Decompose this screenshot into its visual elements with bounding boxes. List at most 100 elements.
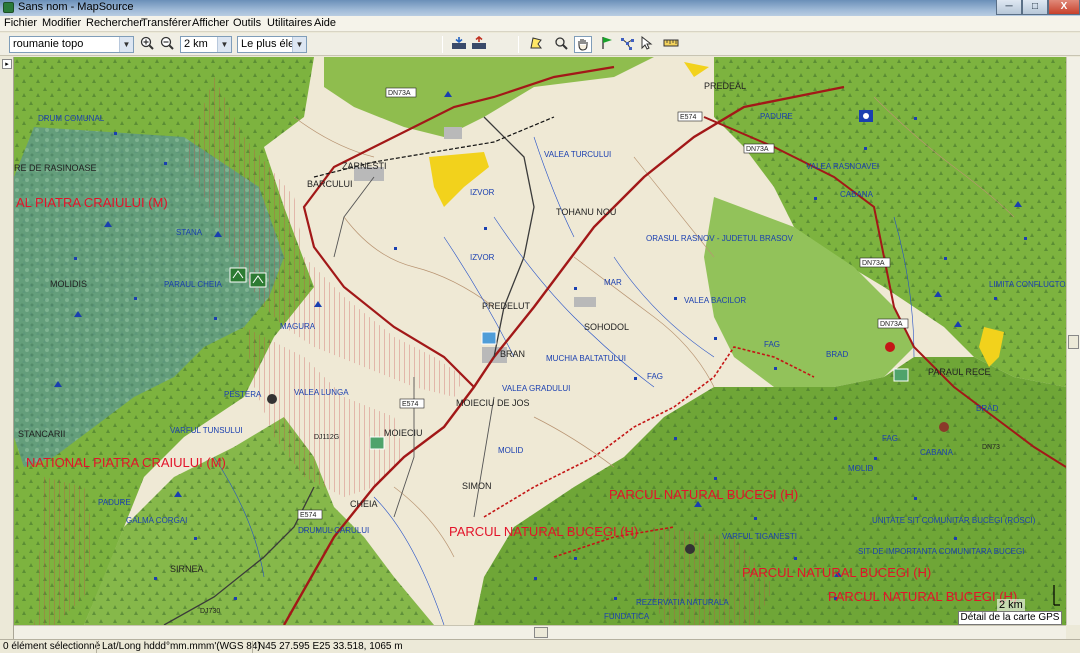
scale-label: 2 km bbox=[997, 599, 1025, 611]
toolbar-separator bbox=[442, 36, 443, 53]
park-label-craiului-1: NATIONAL PIATRA CRAIULUI (M) bbox=[26, 455, 226, 470]
detail-level-select[interactable]: Le plus élevé ▼ bbox=[237, 36, 307, 53]
chevron-down-icon: ▼ bbox=[292, 37, 306, 52]
coordinate-format: Lat/Long hddd°mm.mmm'(WGS 84) bbox=[102, 641, 261, 652]
place-sirnea: SIRNEA bbox=[170, 564, 204, 574]
built-area-4 bbox=[574, 297, 596, 307]
lodge-icon bbox=[893, 368, 909, 382]
toolbar: roumanie topo ▼ 2 km ▼ Le plus élevé ▼ bbox=[0, 33, 1080, 56]
selection-tool-icon[interactable] bbox=[637, 35, 655, 53]
hand-tool-icon[interactable] bbox=[574, 36, 592, 53]
map-view[interactable]: ▸ PARCUL NATURAL BUCEGI (H) PARCUL NATUR… bbox=[0, 57, 1080, 639]
menu-transferer[interactable]: Transférer bbox=[141, 17, 191, 29]
window-title: Sans nom - MapSource bbox=[18, 1, 134, 13]
map-product-select[interactable]: roumanie topo ▼ bbox=[9, 36, 134, 53]
close-button[interactable]: X bbox=[1048, 0, 1080, 15]
feature-valea-gradului: VALEA GRADULUI bbox=[502, 384, 570, 393]
feature-brad-1: BRAD bbox=[826, 350, 848, 359]
mapsource-window: Sans nom - MapSource ─ □ X Fichier Modif… bbox=[0, 0, 1080, 653]
feature-pestera: PESTERA bbox=[224, 390, 262, 399]
zoom-tool-icon[interactable] bbox=[552, 36, 570, 53]
place-sohodol: SOHODOL bbox=[584, 322, 629, 332]
menu-aide[interactable]: Aide bbox=[314, 17, 336, 29]
road-label-e574-2: E574 bbox=[402, 401, 418, 408]
feature-varful-tiganesti: VARFUL TIGANESTI bbox=[722, 532, 797, 541]
red-marker-icon bbox=[939, 422, 949, 432]
menu-rechercher[interactable]: Rechercher bbox=[86, 17, 143, 29]
map-tool-icon[interactable] bbox=[527, 36, 545, 53]
road-shield-dn73a-3: DN73A bbox=[859, 257, 891, 268]
menu-modifier[interactable]: Modifier bbox=[42, 17, 81, 29]
topographic-map[interactable]: PARCUL NATURAL BUCEGI (H) PARCUL NATURAL… bbox=[14, 57, 1066, 625]
feature-fag-3: FAG bbox=[882, 434, 898, 443]
menu-outils[interactable]: Outils bbox=[233, 17, 261, 29]
park-label-bucegi-2: PARCUL NATURAL BUCEGI (H) bbox=[449, 524, 638, 539]
title-bar[interactable]: Sans nom - MapSource ─ □ X bbox=[0, 0, 1080, 16]
vertical-scrollbar[interactable] bbox=[1066, 57, 1080, 625]
feature-fag-2: FAG bbox=[647, 372, 663, 381]
feature-fag-1: FAG bbox=[764, 340, 780, 349]
feature-valea-turcului: VALEA TURCULUI bbox=[544, 150, 611, 159]
waypoint-tool-icon[interactable] bbox=[598, 36, 616, 53]
feature-cabana-2: CABANA bbox=[920, 448, 954, 457]
menu-afficher[interactable]: Afficher bbox=[192, 17, 229, 29]
place-stancarii: STANCARII bbox=[18, 429, 65, 439]
zoom-out-icon[interactable] bbox=[158, 36, 176, 53]
feature-molid-2: MOLID bbox=[848, 464, 874, 473]
road-label-dj112g: DJ112G bbox=[314, 434, 339, 441]
distance-tool-icon[interactable] bbox=[662, 36, 680, 53]
zoom-in-icon[interactable] bbox=[138, 36, 156, 53]
road-label-dn73a-4: DN73A bbox=[880, 321, 903, 328]
road-shield-e574-3: E574 bbox=[297, 509, 323, 520]
place-zarnesti: ZARNESTI bbox=[342, 161, 387, 171]
feature-limita-confluctor: LIMITA CONFLUCTOR bbox=[989, 280, 1066, 289]
cursor-position: N45 27.595 E25 33.518, 1065 m bbox=[258, 641, 403, 652]
chevron-down-icon: ▼ bbox=[217, 37, 231, 52]
road-label-dj730: DJ730 bbox=[200, 608, 220, 615]
place-moieciu-de-jos: MOIECIU DE JOS bbox=[456, 398, 530, 408]
feature-muchia-baltatului: MUCHIA BALTATULUI bbox=[546, 354, 626, 363]
feature-brad-2: BRAD bbox=[976, 404, 998, 413]
vertical-scroll-thumb[interactable] bbox=[1068, 335, 1079, 349]
place-bran: BRAN bbox=[500, 349, 525, 359]
built-area-3 bbox=[444, 127, 462, 139]
road-shield-dn73a-1: DN73A bbox=[385, 87, 417, 98]
feature-varful-tunsului: VARFUL TUNSULUI bbox=[170, 426, 243, 435]
lodge-icon bbox=[369, 436, 385, 450]
status-separator bbox=[96, 641, 97, 653]
red-marker-icon bbox=[885, 342, 895, 352]
feature-izvor-1: IZVOR bbox=[470, 188, 495, 197]
gps-map-detail-indicator: Détail de la carte GPS bbox=[958, 611, 1062, 625]
road-label-dn73a-3: DN73A bbox=[862, 260, 885, 267]
feature-molid-1: MOLID bbox=[498, 446, 524, 455]
send-to-device-icon[interactable] bbox=[470, 35, 488, 53]
horizontal-scroll-thumb[interactable] bbox=[534, 627, 548, 638]
road-label-dn73a-1: DN73A bbox=[388, 90, 411, 97]
feature-orasul-rasnov: ORASUL RASNOV - JUDETUL BRASOV bbox=[646, 234, 794, 243]
road-label-dn73a-2: DN73A bbox=[746, 146, 769, 153]
place-mar: MAR bbox=[604, 278, 622, 287]
feature-limita-sit: UNITATE SIT COMUNITAR BUCEGI (ROSCI) bbox=[872, 516, 1036, 525]
menu-fichier[interactable]: Fichier bbox=[4, 17, 37, 29]
maximize-button[interactable]: □ bbox=[1022, 0, 1048, 15]
place-moieciu: MOIECIU bbox=[384, 428, 423, 438]
castle-icon bbox=[481, 331, 497, 345]
horizontal-scrollbar[interactable] bbox=[14, 625, 1066, 639]
feature-galma-corgai: GALMA CORGAI bbox=[126, 516, 187, 525]
route-tool-icon[interactable] bbox=[618, 36, 636, 53]
left-panel-collapsed: ▸ bbox=[0, 57, 14, 639]
place-paraul-rece: PARAUL RECE bbox=[928, 367, 991, 377]
feature-valea-rasnoavei: VALEA RASNOAVEI bbox=[806, 162, 879, 171]
zoom-level-value: 2 km bbox=[184, 38, 208, 50]
receive-from-device-icon[interactable] bbox=[450, 36, 468, 53]
picnic-icon bbox=[249, 272, 267, 288]
park-label-bucegi-1: PARCUL NATURAL BUCEGI (H) bbox=[609, 487, 798, 502]
zoom-level-select[interactable]: 2 km ▼ bbox=[180, 36, 232, 53]
expand-panel-button[interactable]: ▸ bbox=[2, 59, 12, 69]
feature-drumul-carului: DRUMUL CARULUI bbox=[298, 526, 369, 535]
menu-utilitaires[interactable]: Utilitaires bbox=[267, 17, 312, 29]
minimize-button[interactable]: ─ bbox=[996, 0, 1022, 15]
place-fundatica: FUNDATICA bbox=[604, 612, 650, 621]
chevron-down-icon: ▼ bbox=[119, 37, 133, 52]
road-label-e574-3: E574 bbox=[300, 512, 316, 519]
